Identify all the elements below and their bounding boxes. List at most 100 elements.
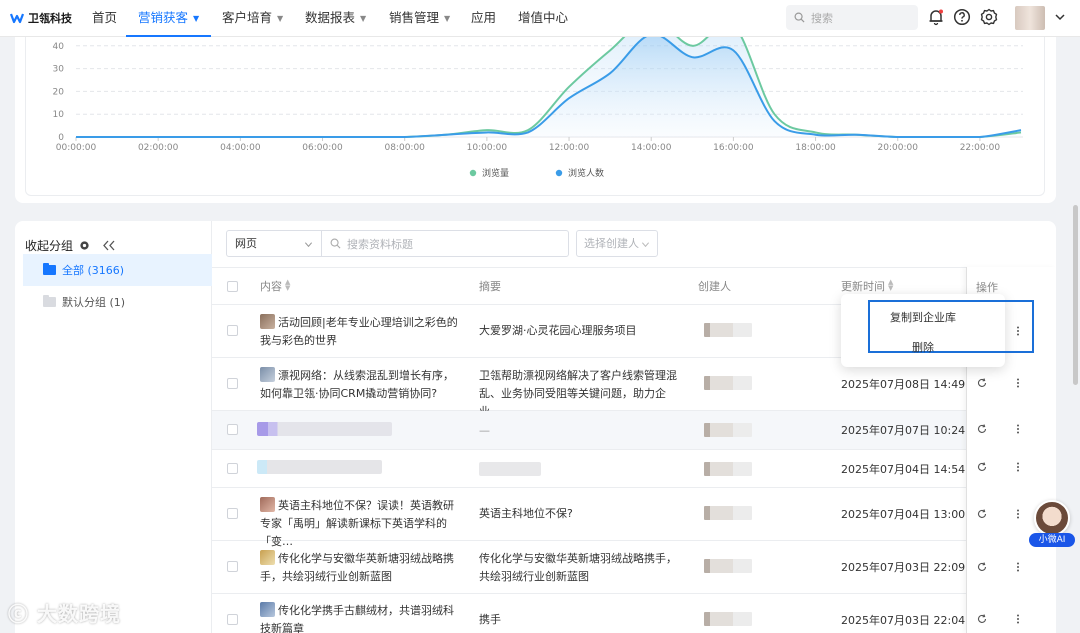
column-creator: 创建人 bbox=[698, 280, 731, 293]
legend-label: 浏览人数 bbox=[568, 167, 604, 179]
nav-reports[interactable]: 数据报表 ▼ bbox=[305, 0, 366, 37]
top-navigation-bar: 卫瓴科技 首页 营销获客 ▼ 客户培育 ▼ 数据报表 ▼ 销售管理 ▼ 应用 增值中心 … bbox=[0, 0, 1080, 37]
traffic-chart: 0 10 20 30 40 00:00:00 02:00:00 04:00:00 06:00:0… bbox=[53, 36, 1023, 179]
more-vertical-icon[interactable] bbox=[1012, 461, 1024, 473]
content-cell[interactable]: 传化化学与安徽华英新塘羽绒战略携手，共绘羽绒行业创新蓝图 bbox=[260, 550, 460, 586]
refresh-icon[interactable] bbox=[976, 423, 988, 435]
global-search-input[interactable]: 搜索 bbox=[786, 5, 918, 30]
more-vertical-icon[interactable] bbox=[1012, 561, 1024, 573]
chevron-down-icon: ▼ bbox=[193, 14, 200, 23]
refresh-icon[interactable] bbox=[976, 461, 988, 473]
nav-sales[interactable]: 销售管理 ▼ bbox=[389, 0, 450, 37]
chevron-down-icon[interactable] bbox=[1053, 10, 1067, 24]
group-sidebar-header: 收起分组 bbox=[25, 237, 116, 254]
user-avatar[interactable] bbox=[1015, 6, 1045, 30]
title-search-input[interactable]: 搜索资料标题 bbox=[321, 230, 569, 257]
page-scrollbar[interactable] bbox=[1073, 205, 1078, 385]
collapse-groups-label[interactable]: 收起分组 bbox=[25, 237, 73, 254]
search-icon bbox=[794, 12, 805, 23]
column-content[interactable]: 内容 ▲ ▼ bbox=[260, 268, 290, 305]
content-cell[interactable]: 活动回顾|老年专业心理培训之彩色的我与彩色的世界 bbox=[260, 314, 460, 350]
content-cell[interactable] bbox=[257, 460, 382, 478]
nav-sales-label: 销售管理 bbox=[389, 10, 440, 25]
row-checkbox[interactable] bbox=[227, 561, 238, 572]
updated-time: 2025年07月04日 13:00 bbox=[841, 508, 966, 521]
group-item-default[interactable]: 默认分组 (1) bbox=[23, 286, 212, 318]
more-vertical-icon[interactable] bbox=[1012, 377, 1024, 389]
double-chevron-left-icon[interactable] bbox=[102, 240, 116, 251]
menu-item-copy-to-enterprise[interactable]: 复制到企业库 bbox=[890, 309, 956, 325]
help-icon[interactable] bbox=[953, 8, 971, 26]
updated-time: 2025年07月04日 14:54 bbox=[841, 463, 966, 476]
nav-value-added[interactable]: 增值中心 bbox=[518, 0, 568, 37]
updated-time: 2025年07月07日 10:24 bbox=[841, 424, 966, 437]
content-title: 漂视网络：从线索混乱到增长有序，如何靠卫瓴·协同CRM撬动营销协同? bbox=[260, 369, 454, 400]
refresh-icon[interactable] bbox=[976, 508, 988, 520]
row-checkbox[interactable] bbox=[227, 463, 238, 474]
menu-highlight-box bbox=[868, 300, 1034, 353]
table-row[interactable]: 传化化学与安徽华英新塘羽绒战略携手，共绘羽绒行业创新蓝图 传化化学与安徽华英新塘… bbox=[212, 541, 1056, 594]
nav-apps[interactable]: 应用 bbox=[471, 0, 496, 37]
title-search-placeholder: 搜索资料标题 bbox=[347, 237, 413, 251]
bell-icon[interactable] bbox=[927, 8, 945, 26]
content-title: 传化化学携手古麒绒材，共谱羽绒科技新篇章 bbox=[260, 604, 454, 633]
refresh-icon[interactable] bbox=[976, 561, 988, 573]
refresh-icon[interactable] bbox=[976, 613, 988, 625]
row-checkbox[interactable] bbox=[227, 378, 238, 389]
table-row[interactable]: — 2025年07月07日 10:24 bbox=[212, 411, 1056, 450]
y-tick-label: 40 bbox=[53, 42, 65, 52]
x-tick-label: 22:00:00 bbox=[960, 143, 1001, 153]
traffic-chart-panel: 0 10 20 30 40 00:00:00 02:00:00 04:00:00 06:00:0… bbox=[25, 36, 1045, 196]
select-all-checkbox[interactable] bbox=[227, 281, 238, 292]
gear-icon[interactable] bbox=[980, 8, 998, 26]
creator-avatar bbox=[704, 559, 752, 573]
column-updated-label: 更新时间 bbox=[841, 280, 885, 293]
row-checkbox[interactable] bbox=[227, 424, 238, 435]
more-vertical-icon[interactable] bbox=[1012, 613, 1024, 625]
content-title: 活动回顾|老年专业心理培训之彩色的我与彩色的世界 bbox=[260, 316, 458, 347]
content-type-select[interactable]: 网页 bbox=[226, 230, 322, 257]
more-vertical-icon[interactable] bbox=[1012, 508, 1024, 520]
content-thumbnail bbox=[260, 602, 275, 617]
logo-icon bbox=[10, 13, 24, 24]
row-checkbox[interactable] bbox=[227, 614, 238, 625]
group-item-all[interactable]: 全部 (3166) bbox=[23, 254, 212, 286]
x-tick-label: 04:00:00 bbox=[220, 143, 261, 153]
folder-icon bbox=[43, 263, 56, 275]
creator-avatar bbox=[704, 462, 752, 476]
table-row[interactable]: 传化化学携手古麒绒材，共谱羽绒科技新篇章 携手 2025年07月03日 22:0… bbox=[212, 594, 1056, 633]
nav-home[interactable]: 首页 bbox=[92, 0, 117, 37]
ai-assistant-button[interactable]: 小微AI bbox=[1029, 500, 1075, 548]
row-checkbox[interactable] bbox=[227, 325, 238, 336]
legend-marker bbox=[469, 169, 477, 177]
summary-cell: 大爱罗湖·心灵花园心理服务项目 bbox=[479, 324, 637, 337]
nav-nurture[interactable]: 客户培育 ▼ bbox=[222, 0, 283, 37]
menu-item-delete[interactable]: 删除 bbox=[912, 339, 934, 355]
summary-cell: 英语主科地位不保? bbox=[479, 507, 573, 520]
table-row[interactable]: 英语主科地位不保？误读！英语教研专家「禹明」解读新课标下英语学科的「变… 英语主… bbox=[212, 488, 1056, 548]
refresh-icon[interactable] bbox=[976, 377, 988, 389]
more-vertical-icon[interactable] bbox=[1012, 423, 1024, 435]
app-logo[interactable]: 卫瓴科技 bbox=[10, 10, 72, 26]
chevron-down-icon: ▼ bbox=[444, 14, 451, 23]
column-summary: 摘要 bbox=[479, 280, 501, 293]
chevron-down-icon bbox=[641, 242, 650, 248]
content-cell[interactable] bbox=[257, 422, 392, 440]
ai-assistant-avatar bbox=[1034, 500, 1070, 536]
nav-apps-label: 应用 bbox=[471, 10, 497, 25]
x-tick-label: 16:00:00 bbox=[713, 143, 754, 153]
creator-avatar bbox=[704, 323, 752, 337]
nav-marketing[interactable]: 营销获客 ▼ bbox=[126, 0, 212, 37]
logo-text: 卫瓴科技 bbox=[28, 12, 72, 25]
creator-select[interactable]: 选择创建人 bbox=[576, 230, 658, 257]
x-tick-label: 20:00:00 bbox=[878, 143, 919, 153]
nav-marketing-label: 营销获客 bbox=[138, 10, 189, 25]
ai-assistant-label: 小微AI bbox=[1029, 533, 1075, 547]
table-row[interactable]: 2025年07月04日 14:54 bbox=[212, 450, 1056, 488]
content-cell[interactable]: 漂视网络：从线索混乱到增长有序，如何靠卫瓴·协同CRM撬动营销协同? bbox=[260, 367, 460, 403]
content-cell[interactable]: 传化化学携手古麒绒材，共谱羽绒科技新篇章 bbox=[260, 602, 460, 633]
row-checkbox[interactable] bbox=[227, 508, 238, 519]
x-tick-label: 10:00:00 bbox=[467, 143, 508, 153]
sort-icon: ▲ ▼ bbox=[285, 278, 291, 292]
gear-icon[interactable] bbox=[79, 240, 90, 251]
